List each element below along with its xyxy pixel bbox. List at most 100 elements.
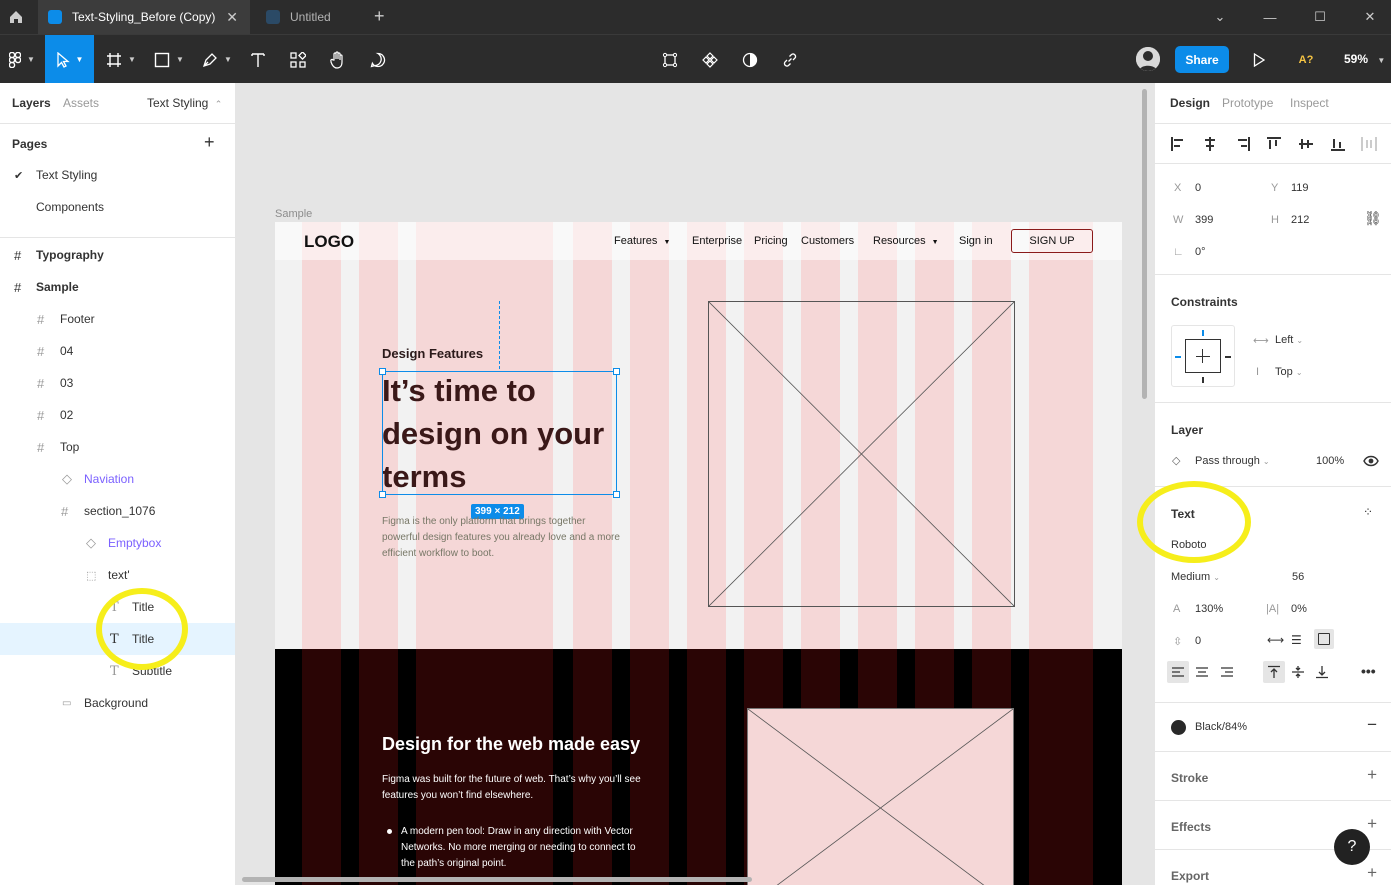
line-height-input[interactable]: 130% bbox=[1195, 603, 1223, 615]
layer-background[interactable]: ▭ Background bbox=[0, 687, 235, 719]
pen-tool-button[interactable]: ▼ bbox=[196, 35, 238, 84]
blend-mode-select[interactable]: Pass through ⌄ bbox=[1195, 455, 1270, 467]
tab-untitled[interactable]: Untitled bbox=[256, 0, 366, 34]
align-horizontal-center-icon[interactable] bbox=[1202, 136, 1218, 152]
dark-heading[interactable]: Design for the web made easy bbox=[382, 734, 640, 755]
emptybox-placeholder[interactable] bbox=[708, 301, 1015, 607]
layer-04[interactable]: # 04 bbox=[0, 335, 235, 367]
more-options-icon[interactable]: ••• bbox=[1361, 663, 1376, 679]
vertical-constraint-select[interactable]: Top ⌄ bbox=[1275, 366, 1303, 378]
shape-tool-button[interactable]: ▼ bbox=[148, 35, 190, 84]
constraint-widget[interactable] bbox=[1171, 325, 1235, 387]
align-bottom-icon[interactable] bbox=[1330, 136, 1346, 152]
chevron-down-icon[interactable]: ⌄ bbox=[1195, 0, 1245, 34]
text-align-center-icon[interactable] bbox=[1195, 666, 1209, 678]
avatar[interactable] bbox=[1136, 47, 1160, 71]
scale-tool-button[interactable] bbox=[656, 35, 684, 84]
layer-title[interactable]: T Title bbox=[0, 591, 235, 623]
eye-icon[interactable] bbox=[1363, 455, 1379, 467]
placeholder-image[interactable] bbox=[747, 708, 1014, 885]
layer-sample[interactable]: # Sample bbox=[0, 271, 235, 303]
fixed-size-button[interactable] bbox=[1314, 629, 1334, 649]
add-page-icon[interactable]: + bbox=[204, 132, 215, 153]
font-size-input[interactable]: 56 bbox=[1292, 571, 1304, 583]
layer-03[interactable]: # 03 bbox=[0, 367, 235, 399]
constraint-center-v[interactable] bbox=[1202, 349, 1203, 363]
align-top-icon[interactable] bbox=[1266, 136, 1282, 152]
horizontal-constraint-select[interactable]: Left ⌄ bbox=[1275, 334, 1303, 346]
auto-width-icon[interactable]: ⟷ bbox=[1267, 633, 1284, 647]
align-right-icon[interactable] bbox=[1235, 136, 1251, 152]
vertical-align-bottom-icon[interactable] bbox=[1315, 665, 1329, 679]
fill-style-name[interactable]: Black/84% bbox=[1195, 721, 1247, 733]
layer-emptybox[interactable]: ◇ Emptybox bbox=[0, 527, 235, 559]
move-tool-button[interactable]: ▼ bbox=[45, 35, 94, 84]
hand-tool-button[interactable] bbox=[324, 35, 352, 84]
font-weight-select[interactable]: Medium ⌄ bbox=[1171, 571, 1220, 583]
constraint-top-active[interactable] bbox=[1202, 330, 1204, 336]
text-align-left-button[interactable] bbox=[1167, 661, 1189, 683]
text-styles-grid-icon[interactable]: ⁘ bbox=[1363, 505, 1373, 519]
tab-text-styling-before[interactable]: Text-Styling_Before (Copy) ✕ bbox=[38, 0, 250, 34]
tab-assets[interactable]: Assets bbox=[63, 96, 99, 110]
body-text[interactable]: Figma is the only platform that brings t… bbox=[382, 514, 622, 562]
minimize-icon[interactable]: — bbox=[1245, 0, 1295, 34]
share-button[interactable]: Share bbox=[1175, 46, 1229, 73]
comment-tool-button[interactable] bbox=[364, 35, 392, 84]
mask-button[interactable] bbox=[736, 35, 764, 84]
letter-spacing-input[interactable]: 0% bbox=[1291, 603, 1307, 615]
auto-height-icon[interactable]: ☰ bbox=[1291, 633, 1302, 647]
sample-frame[interactable]: LOGO Features ▼ Enterprise Pricing Custo… bbox=[275, 222, 1122, 885]
canvas[interactable]: Sample LOGO Features ▼ Enterprise Pricin… bbox=[237, 83, 1154, 885]
resize-handle[interactable] bbox=[379, 368, 386, 375]
dark-bullet-item[interactable]: A modern pen tool: Draw in any direction… bbox=[387, 824, 641, 872]
align-top-text-button[interactable] bbox=[1263, 661, 1285, 683]
frame-tool-button[interactable]: ▼ bbox=[100, 35, 142, 84]
add-export-icon[interactable]: + bbox=[1367, 863, 1377, 883]
page-item-text-styling[interactable]: ✔ Text Styling bbox=[0, 159, 235, 191]
dark-paragraph[interactable]: Figma was built for the future of web. T… bbox=[382, 772, 647, 804]
remove-fill-icon[interactable]: − bbox=[1367, 715, 1377, 735]
maximize-icon[interactable]: ☐ bbox=[1295, 0, 1345, 34]
distribute-icon[interactable] bbox=[1360, 136, 1378, 152]
main-menu-button[interactable]: ▼ bbox=[0, 35, 44, 84]
create-component-button[interactable] bbox=[696, 35, 724, 84]
align-vertical-center-icon[interactable] bbox=[1298, 136, 1314, 152]
page-item-components[interactable]: Components bbox=[0, 191, 235, 223]
horizontal-scrollbar[interactable] bbox=[242, 877, 752, 882]
link-button[interactable] bbox=[776, 35, 804, 84]
constraint-right[interactable] bbox=[1225, 356, 1231, 358]
tab-inspect[interactable]: Inspect bbox=[1290, 96, 1329, 110]
layer-section-1076[interactable]: # section_1076 bbox=[0, 495, 235, 527]
constraint-center-h[interactable] bbox=[1196, 356, 1210, 357]
x-input[interactable]: 0 bbox=[1195, 182, 1201, 194]
layer-top[interactable]: # Top bbox=[0, 431, 235, 463]
resize-handle[interactable] bbox=[613, 491, 620, 498]
opacity-input[interactable]: 100% bbox=[1316, 455, 1344, 467]
close-tab-icon[interactable]: ✕ bbox=[226, 9, 238, 26]
home-icon[interactable] bbox=[0, 0, 32, 34]
add-effect-icon[interactable]: + bbox=[1367, 814, 1377, 834]
font-family-select[interactable]: Roboto bbox=[1171, 539, 1206, 551]
resize-handle[interactable] bbox=[613, 368, 620, 375]
resize-handle[interactable] bbox=[379, 491, 386, 498]
vertical-align-middle-icon[interactable] bbox=[1291, 665, 1305, 679]
text-tool-button[interactable] bbox=[244, 35, 272, 84]
constraint-bottom[interactable] bbox=[1202, 377, 1204, 383]
tab-prototype[interactable]: Prototype bbox=[1222, 96, 1273, 110]
rotation-input[interactable]: 0° bbox=[1195, 246, 1206, 258]
constraint-left-active[interactable] bbox=[1175, 356, 1181, 358]
zoom-level[interactable]: 59% ▼ bbox=[1344, 52, 1385, 66]
w-input[interactable]: 399 bbox=[1195, 214, 1213, 226]
y-input[interactable]: 119 bbox=[1291, 182, 1309, 194]
help-button[interactable]: ? bbox=[1334, 829, 1370, 865]
present-button[interactable] bbox=[1246, 35, 1272, 84]
frame-label[interactable]: Sample bbox=[275, 208, 312, 220]
layer-text-group[interactable]: ⬚ text' bbox=[0, 559, 235, 591]
tab-layers[interactable]: Layers bbox=[12, 96, 51, 110]
fill-swatch[interactable] bbox=[1171, 720, 1186, 735]
text-align-right-icon[interactable] bbox=[1220, 666, 1234, 678]
missing-fonts-indicator[interactable]: A? bbox=[1292, 35, 1320, 84]
vertical-scrollbar[interactable] bbox=[1142, 89, 1147, 399]
layer-footer[interactable]: # Footer bbox=[0, 303, 235, 335]
